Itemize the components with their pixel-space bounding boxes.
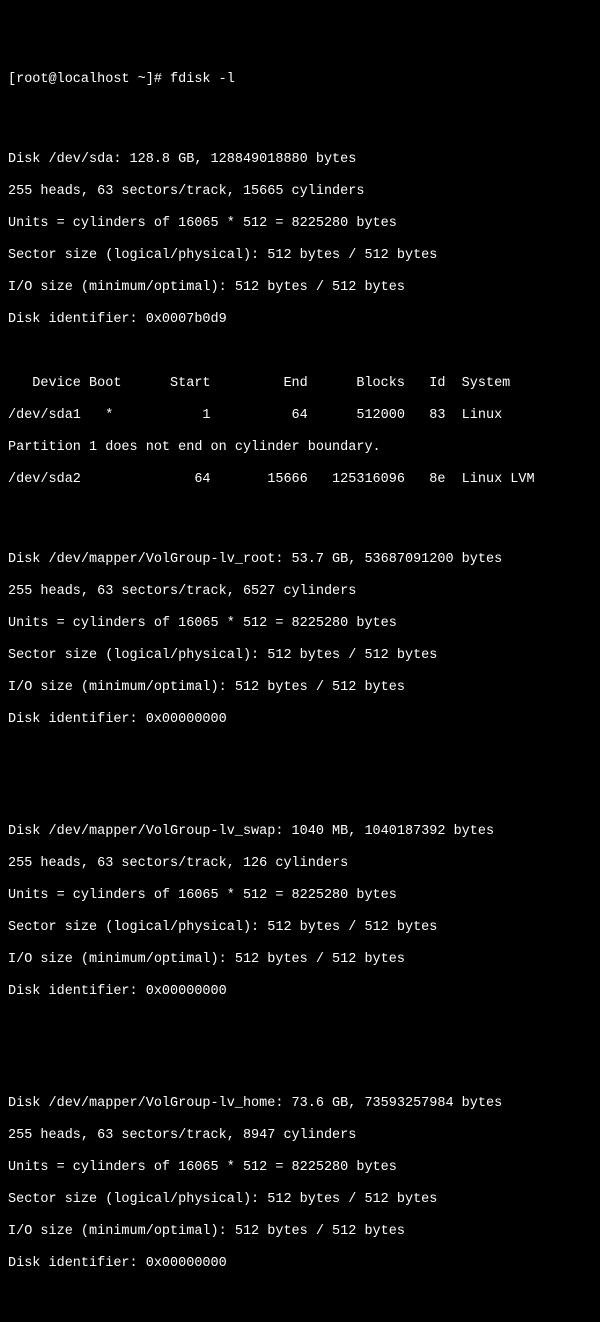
disk-sector-size: Sector size (logical/physical): 512 byte… — [8, 920, 592, 936]
disk-summary: Disk /dev/mapper/VolGroup-lv_home: 73.6 … — [8, 1096, 592, 1112]
disk-geometry: 255 heads, 63 sectors/track, 126 cylinde… — [8, 856, 592, 872]
disk-summary: Disk /dev/sda: 128.8 GB, 128849018880 by… — [8, 152, 592, 168]
disk-geometry: 255 heads, 63 sectors/track, 6527 cylind… — [8, 584, 592, 600]
disk-summary: Disk /dev/mapper/VolGroup-lv_swap: 1040 … — [8, 824, 592, 840]
partition-row: /dev/sda2 64 15666 125316096 8e Linux LV… — [8, 472, 592, 488]
disk-geometry: 255 heads, 63 sectors/track, 8947 cylind… — [8, 1128, 592, 1144]
blank-line — [8, 504, 592, 520]
disk-io-size: I/O size (minimum/optimal): 512 bytes / … — [8, 680, 592, 696]
blank-line — [8, 344, 592, 360]
blank-line — [8, 776, 592, 792]
disk-geometry: 255 heads, 63 sectors/track, 15665 cylin… — [8, 184, 592, 200]
partition-header: Device Boot Start End Blocks Id System — [8, 376, 592, 392]
shell-prompt[interactable]: [root@localhost ~]# fdisk -l — [8, 72, 592, 88]
blank-line — [8, 1048, 592, 1064]
disk-units: Units = cylinders of 16065 * 512 = 82252… — [8, 888, 592, 904]
disk-io-size: I/O size (minimum/optimal): 512 bytes / … — [8, 952, 592, 968]
disk-sector-size: Sector size (logical/physical): 512 byte… — [8, 1192, 592, 1208]
disk-io-size: I/O size (minimum/optimal): 512 bytes / … — [8, 280, 592, 296]
disk-sector-size: Sector size (logical/physical): 512 byte… — [8, 648, 592, 664]
disk-sector-size: Sector size (logical/physical): 512 byte… — [8, 248, 592, 264]
disk-io-size: I/O size (minimum/optimal): 512 bytes / … — [8, 1224, 592, 1240]
partition-row: /dev/sda1 * 1 64 512000 83 Linux — [8, 408, 592, 424]
blank-line — [8, 1016, 592, 1032]
disk-identifier: Disk identifier: 0x00000000 — [8, 712, 592, 728]
disk-summary: Disk /dev/mapper/VolGroup-lv_root: 53.7 … — [8, 552, 592, 568]
disk-identifier: Disk identifier: 0x00000000 — [8, 1256, 592, 1272]
disk-identifier: Disk identifier: 0x00000000 — [8, 984, 592, 1000]
disk-units: Units = cylinders of 16065 * 512 = 82252… — [8, 1160, 592, 1176]
blank-line — [8, 104, 592, 120]
disk-identifier: Disk identifier: 0x0007b0d9 — [8, 312, 592, 328]
disk-units: Units = cylinders of 16065 * 512 = 82252… — [8, 216, 592, 232]
blank-line — [8, 744, 592, 760]
disk-units: Units = cylinders of 16065 * 512 = 82252… — [8, 616, 592, 632]
partition-note: Partition 1 does not end on cylinder bou… — [8, 440, 592, 456]
